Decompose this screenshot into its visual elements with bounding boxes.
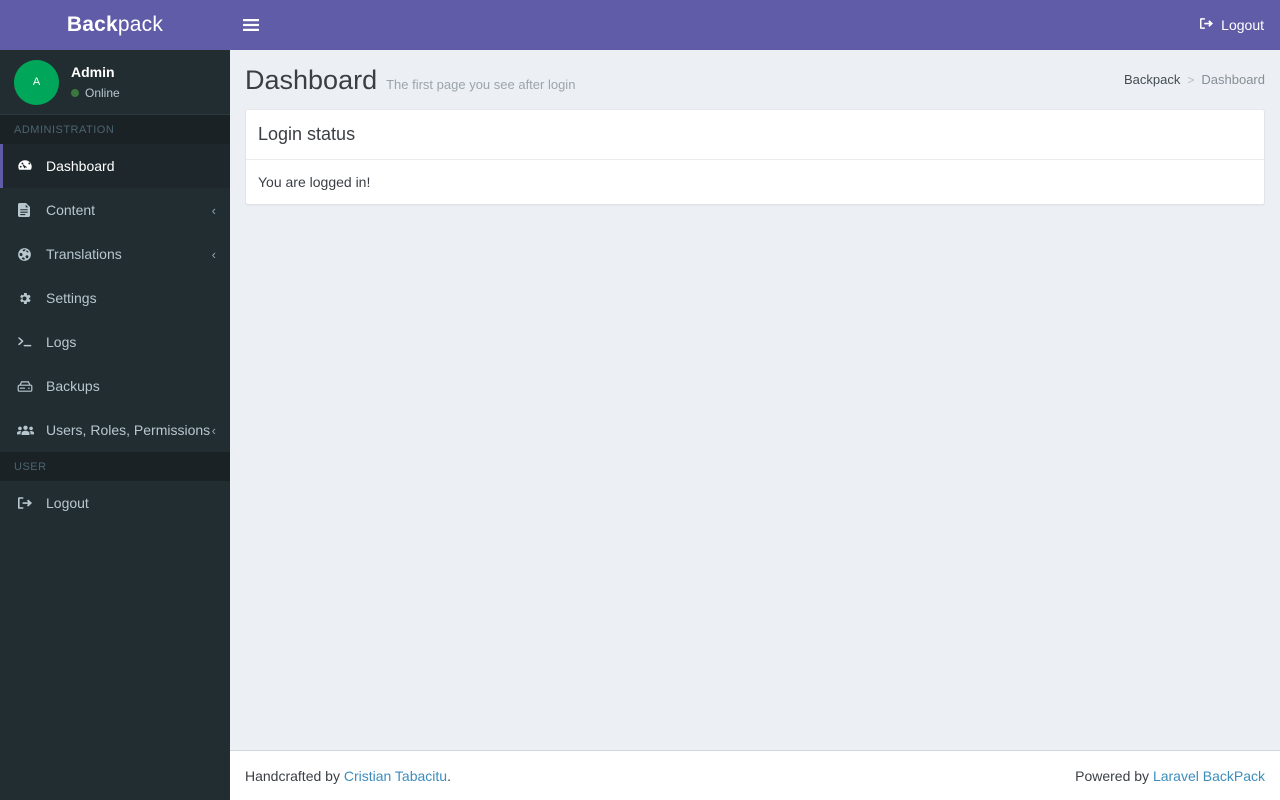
hamburger-icon [243,18,259,32]
breadcrumb-separator: > [1187,72,1195,87]
sidebar-toggle-button[interactable] [230,0,272,50]
sidebar-item-logout[interactable]: Logout [0,481,230,525]
gear-icon [17,289,37,307]
sidebar-item-dashboard[interactable]: Dashboard [0,144,230,188]
user-panel[interactable]: A Admin Online [0,50,230,115]
content-body: Login status You are logged in! [230,109,1280,205]
footer-author-link[interactable]: Cristian Tabacitu [344,768,447,784]
sign-out-icon [1199,17,1214,33]
navbar-logout-label: Logout [1221,17,1264,33]
navbar-right-menu: Logout [1199,17,1280,33]
page-subtitle: The first page you see after login [386,77,576,92]
sidebar: Backpack A Admin Online ADMINISTRATION D… [0,0,230,800]
sidebar-section-user-header: USER [0,452,230,481]
footer-powered-prefix: Powered by [1075,767,1153,784]
chevron-left-icon: ‹ [211,422,216,438]
sidebar-item-label: Users, Roles, Permissions [46,422,211,438]
sidebar-item-settings[interactable]: Settings [0,276,230,320]
tachometer-icon [17,157,37,175]
card-title: Login status [258,124,356,144]
user-status-label: Online [85,85,120,100]
avatar-initial: A [32,76,41,88]
content-header: Dashboard The first page you see after l… [230,50,1280,109]
main-content: Dashboard The first page you see after l… [230,50,1280,750]
footer-credit-suffix: . [447,767,451,784]
breadcrumb-item-dashboard: Dashboard [1201,72,1265,87]
sidebar-item-label: Settings [46,290,97,306]
footer-credit-prefix: Handcrafted by [245,767,344,784]
login-status-card: Login status You are logged in! [245,109,1265,205]
breadcrumb: Backpack > Dashboard [1124,72,1265,87]
avatar: A [14,59,59,105]
navbar-logout-button[interactable]: Logout [1199,17,1264,33]
sidebar-item-label: Content [46,202,96,218]
card-header: Login status [246,110,1264,160]
chevron-left-icon: ‹ [211,202,216,218]
online-status-dot [71,88,79,97]
sidebar-item-translations[interactable]: Translations ‹ [0,232,230,276]
sidebar-item-label: Logout [46,495,89,511]
card-body: You are logged in! [246,160,1264,204]
sidebar-item-users-roles-permissions[interactable]: Users, Roles, Permissions ‹ [0,408,230,452]
footer-credit: Handcrafted by Cristian Tabacitu. [245,768,451,784]
sidebar-section-administration-header: ADMINISTRATION [0,115,230,144]
file-text-icon [17,201,37,219]
chevron-left-icon: ‹ [211,246,216,262]
brand-light: pack [117,13,164,36]
page-footer: Handcrafted by Cristian Tabacitu. Powere… [230,750,1280,800]
footer-framework-link[interactable]: Laravel BackPack [1153,768,1265,784]
sign-out-icon [17,494,37,512]
admin-dashboard-page: Backpack A Admin Online ADMINISTRATION D… [0,0,1280,800]
breadcrumb-item-backpack[interactable]: Backpack [1124,72,1180,87]
sidebar-item-label: Translations [46,246,122,262]
user-status: Online [71,85,120,101]
footer-powered-by: Powered by Laravel BackPack [1075,768,1265,784]
user-panel-meta: Admin Online [71,63,120,101]
sidebar-item-label: Dashboard [46,158,115,174]
terminal-icon [17,333,37,351]
sidebar-item-backups[interactable]: Backups [0,364,230,408]
hdd-icon [17,377,37,395]
sidebar-item-content[interactable]: Content ‹ [0,188,230,232]
sidebar-item-label: Logs [46,334,77,350]
users-icon [17,421,37,439]
sidebar-item-logs[interactable]: Logs [0,320,230,364]
sidebar-item-label: Backups [46,378,100,394]
login-status-message: You are logged in! [258,174,371,190]
page-title: Dashboard [245,65,378,95]
brand-bold: Back [66,13,118,36]
brand-wordmark: Backpack [67,13,163,37]
globe-icon [17,245,37,263]
top-navbar: Logout [230,0,1280,50]
sidebar-logo[interactable]: Backpack [0,0,230,50]
user-name: Admin [71,63,115,80]
